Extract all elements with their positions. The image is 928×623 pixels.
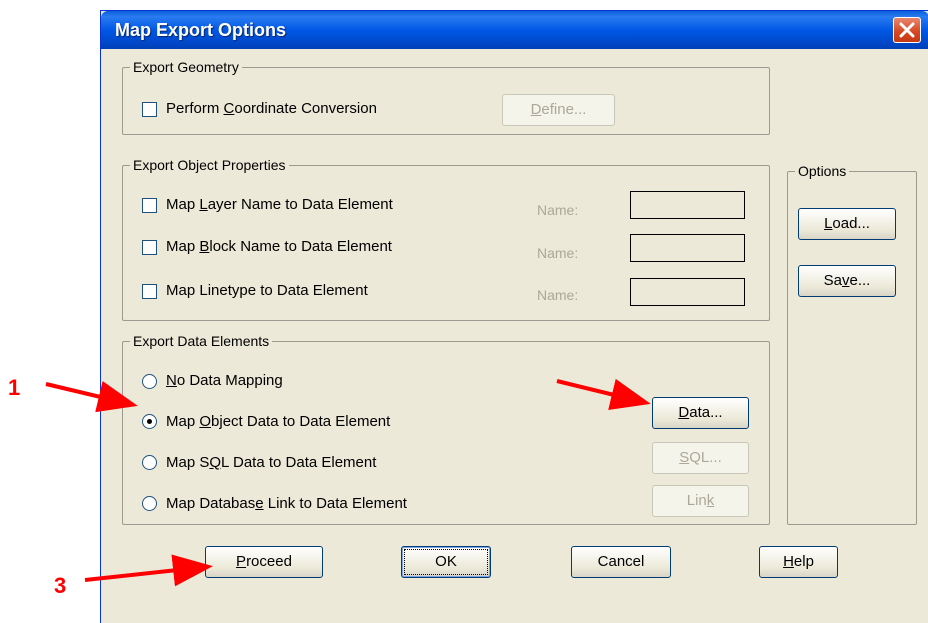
linetype-name-label: Name:: [537, 287, 579, 303]
map-block-name-label: Map Block Name to Data Element: [166, 238, 392, 255]
export-data-elements-legend: Export Data Elements: [133, 333, 270, 349]
help-button[interactable]: Help: [759, 546, 838, 578]
dialog-title: Map Export Options: [115, 20, 286, 40]
ok-button[interactable]: OK: [401, 546, 491, 578]
title-bar[interactable]: Map Export Options: [101, 11, 928, 49]
linetype-name-field[interactable]: [630, 278, 745, 306]
block-name-field[interactable]: [630, 234, 745, 262]
map-layer-name-label: Map Layer Name to Data Element: [166, 196, 393, 213]
annotation-1: 1: [8, 375, 21, 400]
map-sql-data-label: Map SQL Data to Data Element: [166, 454, 377, 471]
layer-name-field[interactable]: [630, 191, 745, 219]
link-button[interactable]: Link: [652, 485, 749, 517]
map-linetype-checkbox[interactable]: [142, 284, 157, 299]
export-geometry-group: Export Geometry: [122, 59, 770, 135]
close-icon: [899, 22, 915, 38]
map-layer-name-checkbox[interactable]: [142, 198, 157, 213]
map-object-data-label: Map Object Data to Data Element: [166, 413, 391, 430]
define-button[interactable]: Define...: [502, 94, 615, 126]
no-data-mapping-radio[interactable]: [142, 374, 157, 389]
no-data-mapping-label: No Data Mapping: [166, 372, 283, 389]
save-button[interactable]: Save...: [798, 265, 896, 297]
close-button[interactable]: [893, 17, 921, 43]
map-database-link-label: Map Database Link to Data Element: [166, 495, 407, 512]
map-export-options-dialog: Map Export Options Export Geometry Perfo…: [100, 10, 928, 623]
map-sql-data-radio[interactable]: [142, 455, 157, 470]
layer-name-label: Name:: [537, 202, 579, 218]
block-name-label: Name:: [537, 245, 579, 261]
map-database-link-radio[interactable]: [142, 496, 157, 511]
data-button[interactable]: Data...: [652, 397, 749, 429]
map-object-data-radio[interactable]: [142, 414, 157, 429]
options-legend: Options: [798, 163, 847, 179]
load-button[interactable]: Load...: [798, 208, 896, 240]
map-block-name-checkbox[interactable]: [142, 240, 157, 255]
annotation-3: 3: [54, 573, 67, 598]
sql-button[interactable]: SQL...: [652, 442, 749, 474]
map-linetype-label: Map Linetype to Data Element: [166, 282, 368, 299]
proceed-button[interactable]: Proceed: [205, 546, 323, 578]
export-object-properties-legend: Export Object Properties: [133, 157, 286, 173]
export-geometry-legend: Export Geometry: [133, 59, 239, 75]
cancel-button[interactable]: Cancel: [571, 546, 671, 578]
perform-coordinate-conversion-label: Perform Coordinate Conversion: [166, 100, 377, 117]
perform-coordinate-conversion-checkbox[interactable]: [142, 102, 157, 117]
